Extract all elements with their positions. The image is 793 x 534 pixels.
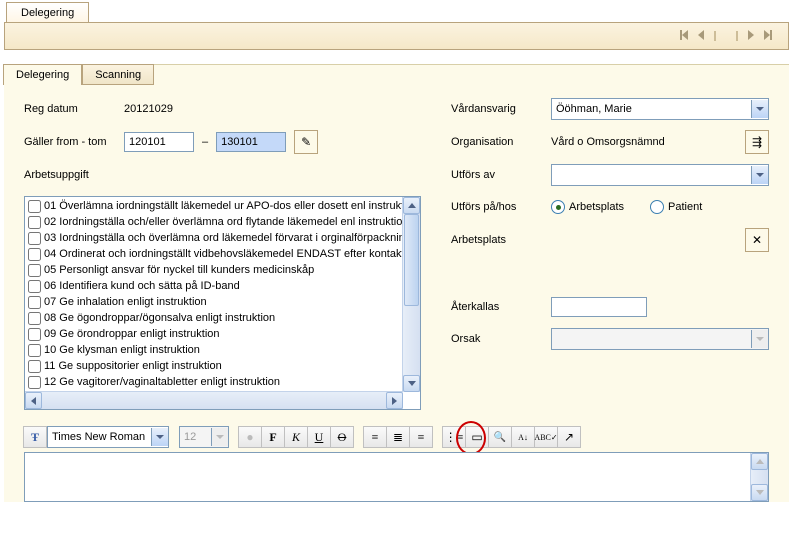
font-size-value: 12 <box>180 431 211 443</box>
align-right-button[interactable]: ≡ <box>409 426 433 448</box>
rte-scroll-down[interactable] <box>751 484 768 501</box>
bold-button[interactable]: F <box>261 426 285 448</box>
strike-button[interactable]: O <box>330 426 354 448</box>
vardansvarig-select[interactable]: Ööhman, Marie <box>551 98 769 120</box>
spellcheck-button[interactable]: ABC✓ <box>534 426 558 448</box>
align-center-button[interactable]: ≣ <box>386 426 410 448</box>
task-checkbox[interactable] <box>28 376 41 389</box>
nav-divider-2 <box>736 31 738 41</box>
patient-radio-label: Patient <box>668 201 702 213</box>
task-checkbox[interactable] <box>28 312 41 325</box>
scroll-right-button[interactable] <box>386 392 403 409</box>
task-item[interactable]: 08 Ge ögondroppar/ögonsalva enligt instr… <box>25 310 403 326</box>
rte-toolbar: Ŧ Times New Roman 12 ● F K U O ≡ ≣ ≡ ⋮≡ … <box>24 426 769 448</box>
aterkallas-input[interactable] <box>551 297 647 317</box>
task-item[interactable]: 01 Överlämna iordningställt läkemedel ur… <box>25 198 403 214</box>
arbetsplats-radio-label: Arbetsplats <box>569 201 624 213</box>
task-checkbox[interactable] <box>28 216 41 229</box>
task-checkbox[interactable] <box>28 296 41 309</box>
align-left-button[interactable]: ≡ <box>363 426 387 448</box>
tom-date-input[interactable] <box>216 132 286 152</box>
task-item[interactable]: 05 Personligt ansvar för nyckel till kun… <box>25 262 403 278</box>
utfors-av-label: Utförs av <box>451 169 551 181</box>
rte-vscroll[interactable] <box>750 453 768 501</box>
arbetsuppgift-label: Arbetsuppgift <box>24 169 124 181</box>
task-item[interactable]: 03 Iordningställa och överlämna ord läke… <box>25 230 403 246</box>
from-date-input[interactable] <box>124 132 194 152</box>
action-button[interactable]: ↗ <box>557 426 581 448</box>
task-item[interactable]: 09 Ge örondroppar enligt instruktion <box>25 326 403 342</box>
organisation-value: Vård o Omsorgsnämnd <box>551 136 745 148</box>
window-tab[interactable]: Delegering <box>6 2 89 22</box>
next-record-button[interactable] <box>748 30 754 43</box>
arbetsplats-label: Arbetsplats <box>451 234 551 246</box>
tab-scanning[interactable]: Scanning <box>82 64 154 85</box>
task-checkbox[interactable] <box>28 360 41 373</box>
organisation-pick-button[interactable]: ⇶ <box>745 130 769 154</box>
utfors-pa-label: Utförs på/hos <box>451 201 551 213</box>
task-item[interactable]: 10 Ge klysman enligt instruktion <box>25 342 403 358</box>
utfors-av-select[interactable] <box>551 164 769 186</box>
underline-button[interactable]: U <box>307 426 331 448</box>
task-item[interactable]: 04 Ordinerat och iordningställt vidbehov… <box>25 246 403 262</box>
reg-datum-value: 20121029 <box>124 103 173 115</box>
hscroll[interactable] <box>25 391 403 409</box>
rich-text-editor[interactable] <box>24 452 769 502</box>
task-checkbox[interactable] <box>28 232 41 245</box>
first-record-button[interactable] <box>680 30 688 43</box>
italic-button[interactable]: K <box>284 426 308 448</box>
nav-divider <box>714 31 716 41</box>
task-checkbox[interactable] <box>28 280 41 293</box>
vscroll[interactable] <box>402 197 420 392</box>
task-checkbox[interactable] <box>28 344 41 357</box>
task-checkbox[interactable] <box>28 200 41 213</box>
scroll-thumb[interactable] <box>404 214 419 306</box>
task-item[interactable]: 12 Ge vagitorer/vaginaltabletter enligt … <box>25 374 403 390</box>
task-checkbox[interactable] <box>28 248 41 261</box>
arbetsplats-pick-button[interactable]: ✕ <box>745 228 769 252</box>
task-checkbox[interactable] <box>28 264 41 277</box>
color-button[interactable]: ● <box>238 426 262 448</box>
orsak-label: Orsak <box>451 333 551 345</box>
bullets-button[interactable]: ⋮≡ <box>442 426 466 448</box>
task-item[interactable]: 07 Ge inhalation enligt instruktion <box>25 294 403 310</box>
task-item[interactable]: 02 Iordningställa och/eller överlämna or… <box>25 214 403 230</box>
task-item[interactable]: 11 Ge suppositorier enligt instruktion <box>25 358 403 374</box>
last-record-button[interactable] <box>764 30 772 43</box>
date-picker-button[interactable]: ✎ <box>294 130 318 154</box>
nav-bar <box>4 22 789 50</box>
patient-radio[interactable] <box>650 200 664 214</box>
reg-datum-label: Reg datum <box>24 103 124 115</box>
font-family-select[interactable]: Times New Roman <box>47 426 169 448</box>
rte-scroll-up[interactable] <box>751 453 768 470</box>
vardansvarig-value: Ööhman, Marie <box>552 103 751 115</box>
font-family-value: Times New Roman <box>48 431 151 443</box>
galler-label: Gäller from - tom <box>24 136 124 148</box>
task-checkbox[interactable] <box>28 328 41 341</box>
sort-button[interactable]: A↓ <box>511 426 535 448</box>
organisation-label: Organisation <box>451 136 551 148</box>
scroll-up-button[interactable] <box>403 197 420 214</box>
task-item[interactable]: 06 Identifiera kund och sätta på ID-band <box>25 278 403 294</box>
scroll-left-button[interactable] <box>25 392 42 409</box>
task-listbox[interactable]: 01 Överlämna iordningställt läkemedel ur… <box>24 196 421 410</box>
font-size-select[interactable]: 12 <box>179 426 229 448</box>
arbetsplats-radio[interactable] <box>551 200 565 214</box>
insert-button[interactable]: ▭ <box>465 426 489 448</box>
scroll-down-button[interactable] <box>403 375 420 392</box>
date-dash: – <box>202 136 208 148</box>
aterkallas-label: Återkallas <box>451 301 551 313</box>
font-style-icon[interactable]: Ŧ <box>23 426 47 448</box>
vardansvarig-label: Vårdansvarig <box>451 103 551 115</box>
find-button[interactable]: 🔍 <box>488 426 512 448</box>
prev-record-button[interactable] <box>698 30 704 43</box>
tab-delegering[interactable]: Delegering <box>3 64 82 85</box>
orsak-select[interactable] <box>551 328 769 350</box>
